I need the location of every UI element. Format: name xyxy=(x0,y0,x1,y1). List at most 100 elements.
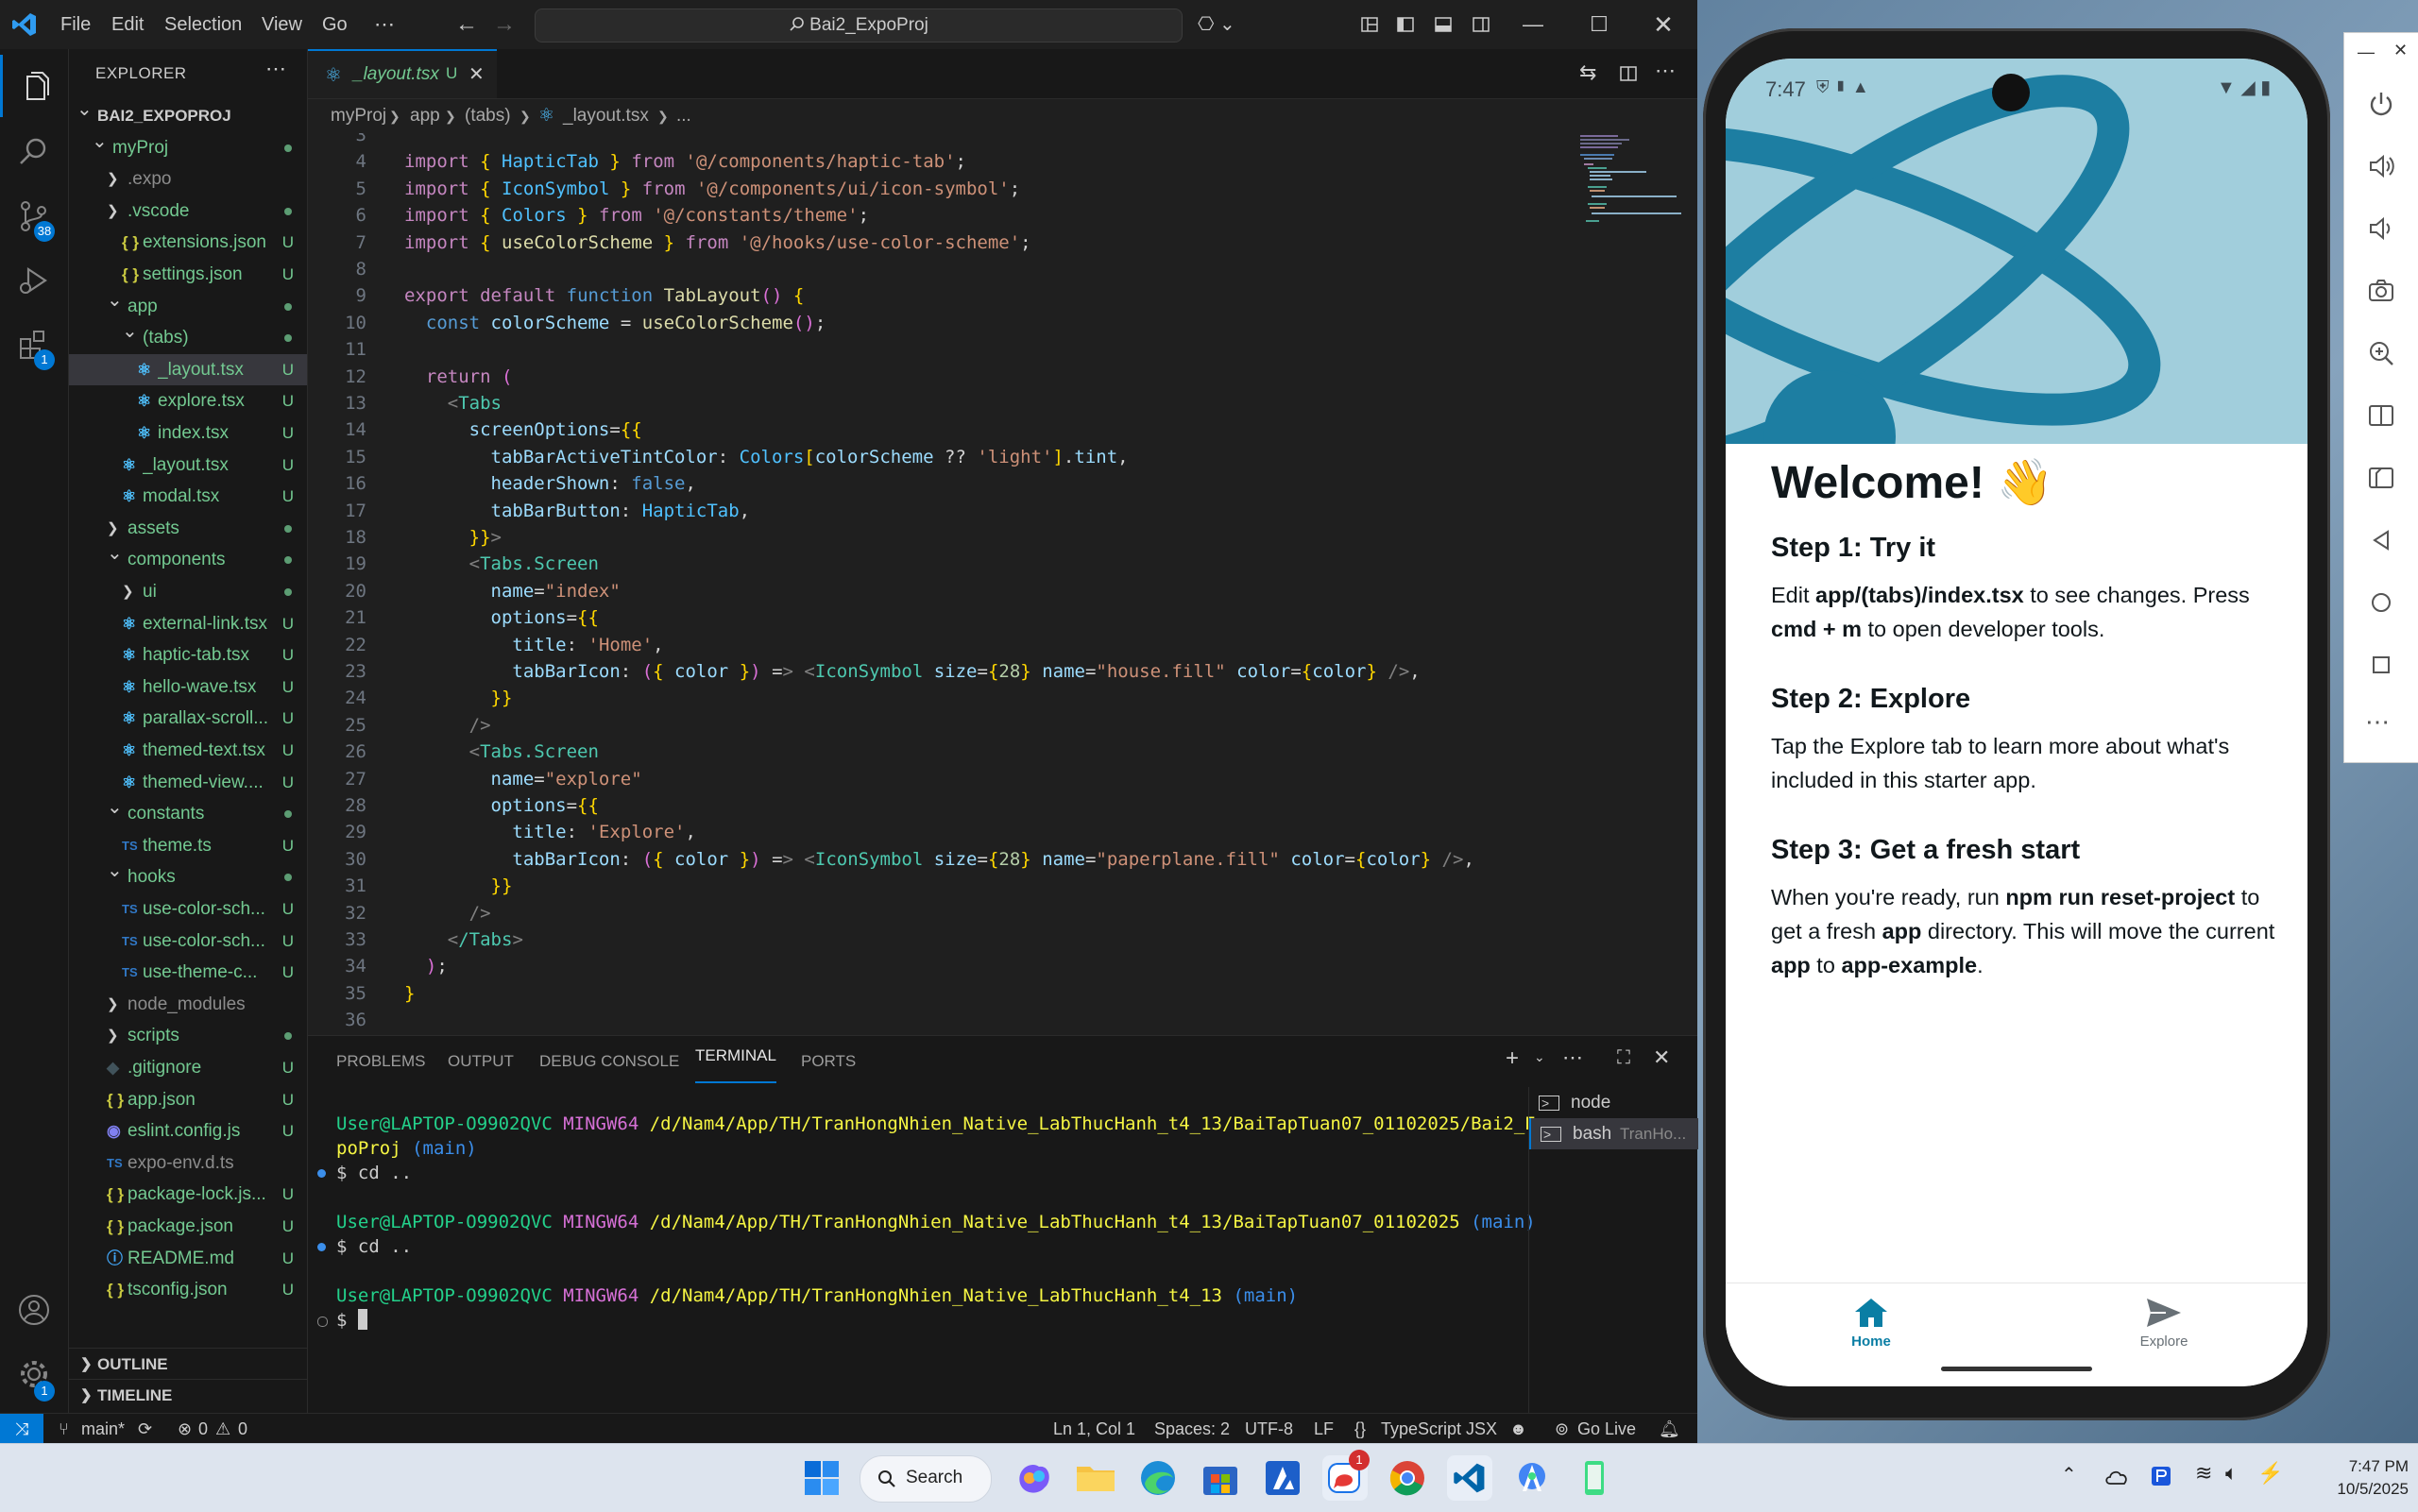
tree-folder[interactable]: ⌄ (tabs) xyxy=(69,321,307,353)
tree-file[interactable]: ⚛ haptic-tab.tsx U xyxy=(69,639,307,671)
code-line[interactable]: 19 <Tabs.Screen xyxy=(308,551,1574,577)
code-line[interactable]: 34 ); xyxy=(308,953,1574,979)
code-line[interactable]: 21 options={{ xyxy=(308,604,1574,631)
close-panel-icon[interactable]: ✕ xyxy=(1653,1045,1670,1070)
tree-file[interactable]: TS use-color-sch... U xyxy=(69,926,307,957)
terminal-item-bash[interactable]: >_ bash TranHo... xyxy=(1529,1118,1698,1149)
tray-app-icon[interactable] xyxy=(2150,1465,2172,1487)
menu-file[interactable]: File xyxy=(60,0,91,49)
code-editor[interactable]: 3 4 import { HapticTab } from '@/component… xyxy=(308,133,1574,1087)
breadcrumb-file[interactable]: _layout.tsx xyxy=(563,99,649,133)
store-icon[interactable] xyxy=(1198,1455,1243,1501)
customize-layout-icon[interactable] xyxy=(1360,15,1379,34)
timeline-section[interactable]: ❯ TIMELINE xyxy=(69,1379,307,1411)
screenshot-button[interactable] xyxy=(2344,258,2418,320)
onedrive-icon[interactable] xyxy=(2104,1467,2129,1487)
tree-folder[interactable]: ⌄ components xyxy=(69,543,307,575)
file-explorer-icon[interactable] xyxy=(1073,1455,1118,1501)
toggle-primary-sidebar-icon[interactable] xyxy=(1396,15,1415,34)
toolbar-minimize-icon[interactable]: — xyxy=(2358,42,2375,62)
panel-tab-output[interactable]: OUTPUT xyxy=(448,1036,514,1087)
clock[interactable]: 7:47 PM 10/5/2025 xyxy=(2305,1455,2409,1501)
code-line[interactable]: 14 screenOptions={{ xyxy=(308,416,1574,443)
code-line[interactable]: 31 }} xyxy=(308,873,1574,899)
extensions-activity[interactable]: 1 xyxy=(0,312,68,374)
panel-tab-ports[interactable]: PORTS xyxy=(801,1036,856,1087)
tree-folder[interactable]: ⌄ constants xyxy=(69,797,307,829)
tree-file[interactable]: ⚛ hello-wave.tsx U xyxy=(69,671,307,703)
chrome-icon[interactable] xyxy=(1385,1455,1430,1501)
forward-arrow-icon[interactable]: → xyxy=(493,0,516,49)
tree-file[interactable]: ⚛ themed-view.... U xyxy=(69,767,307,798)
sync-icon[interactable]: ⟳ xyxy=(138,1414,152,1444)
vscode-taskbar-app[interactable] xyxy=(1447,1455,1492,1501)
code-line[interactable]: 33 </Tabs> xyxy=(308,926,1574,953)
code-line[interactable]: 8 xyxy=(308,256,1574,282)
indentation[interactable]: Spaces: 2 xyxy=(1154,1414,1230,1444)
code-line[interactable]: 28 options={{ xyxy=(308,792,1574,819)
tree-file[interactable]: ⚛ index.tsx U xyxy=(69,417,307,449)
volume-down-button[interactable] xyxy=(2344,195,2418,258)
zoom-button[interactable] xyxy=(2344,320,2418,382)
android-studio-icon[interactable] xyxy=(1509,1455,1555,1501)
close-window-button[interactable]: ✕ xyxy=(1632,0,1694,49)
zalo-app[interactable]: 1 xyxy=(1322,1450,1370,1501)
split-editor-icon[interactable] xyxy=(1619,64,1638,83)
minimap[interactable] xyxy=(1580,133,1684,246)
toggle-secondary-sidebar-icon[interactable] xyxy=(1472,15,1490,34)
tree-file[interactable]: ⚛ explore.tsx U xyxy=(69,385,307,416)
chevron-up-icon[interactable]: ⌃ xyxy=(2061,1463,2077,1487)
language-mode[interactable]: TypeScript JSX xyxy=(1381,1414,1497,1444)
tree-folder[interactable]: ❯ scripts xyxy=(69,1020,307,1051)
tree-folder[interactable]: ❯ ui xyxy=(69,576,307,607)
manage-activity[interactable]: 1 xyxy=(0,1341,68,1403)
battery-icon[interactable]: ⚡ xyxy=(2257,1461,2283,1486)
code-line[interactable]: 4 import { HapticTab } from '@/components… xyxy=(308,148,1574,175)
code-line[interactable]: 10 const colorScheme = useColorScheme(); xyxy=(308,310,1574,336)
more-options-button[interactable]: ⋯ xyxy=(2344,694,2418,756)
breadcrumb-app[interactable]: app xyxy=(410,99,440,133)
code-line[interactable]: 29 title: 'Explore', xyxy=(308,819,1574,845)
tree-folder[interactable]: ⌄ myProj xyxy=(69,131,307,163)
tree-file[interactable]: ⚛ _layout.tsx U xyxy=(69,450,307,481)
fold-button[interactable] xyxy=(2344,382,2418,445)
open-changes-icon[interactable]: ⇆ xyxy=(1579,60,1596,85)
terminal-item-node[interactable]: >_ node xyxy=(1529,1087,1698,1118)
overview-button[interactable] xyxy=(2344,632,2418,694)
tab-home[interactable]: Home xyxy=(1824,1297,1918,1363)
code-line[interactable]: 9 export default function TabLayout() { xyxy=(308,282,1574,309)
breadcrumb-myproj[interactable]: myProj xyxy=(331,99,386,133)
code-line[interactable]: 6 import { Colors } from '@/constants/the… xyxy=(308,202,1574,229)
tree-file[interactable]: ⚛ parallax-scroll... U xyxy=(69,703,307,734)
code-line[interactable]: 27 name="explore" xyxy=(308,766,1574,792)
command-decoration[interactable] xyxy=(317,1169,326,1178)
volume-icon[interactable]: 🔈︎ xyxy=(2225,1461,2238,1486)
outline-section[interactable]: ❯ OUTLINE xyxy=(69,1348,307,1380)
tree-file[interactable]: ⚛ themed-text.tsx U xyxy=(69,735,307,766)
gesture-handle[interactable] xyxy=(1941,1367,2092,1371)
tree-file[interactable]: { } extensions.json U xyxy=(69,227,307,258)
breadcrumb-tabs[interactable]: (tabs) xyxy=(465,99,511,133)
copilot-icon[interactable]: ⎔ ⌄ xyxy=(1198,0,1235,49)
menu-selection[interactable]: Selection xyxy=(164,0,242,49)
tree-folder[interactable]: ❯ node_modules xyxy=(69,989,307,1020)
panel-tab-terminal[interactable]: TERMINAL xyxy=(695,1042,776,1083)
command-decoration[interactable] xyxy=(317,1317,328,1327)
panel-tab-debug-console[interactable]: DEBUG CONSOLE xyxy=(539,1036,679,1087)
code-line[interactable]: 7 import { useColorScheme } from '@/hooks… xyxy=(308,229,1574,256)
code-line[interactable]: 20 name="index" xyxy=(308,578,1574,604)
tree-file[interactable]: ◉ eslint.config.js U xyxy=(69,1115,307,1147)
bell-icon[interactable]: 🔔︎ xyxy=(1659,1414,1680,1444)
tree-file[interactable]: TS expo-env.d.ts xyxy=(69,1147,307,1179)
code-line[interactable]: 16 headerShown: false, xyxy=(308,470,1574,497)
search-activity[interactable] xyxy=(0,119,68,181)
copilot-app-icon[interactable] xyxy=(1011,1455,1056,1501)
taskbar-search[interactable]: Search xyxy=(860,1455,992,1503)
start-icon[interactable] xyxy=(799,1455,844,1501)
panel-tab-problems[interactable]: PROBLEMS xyxy=(336,1036,425,1087)
code-line[interactable]: 32 /> xyxy=(308,900,1574,926)
tree-folder[interactable]: ⌄ app xyxy=(69,290,307,322)
toggle-panel-icon[interactable] xyxy=(1434,15,1453,34)
breadcrumb-symbol[interactable]: ... xyxy=(676,99,691,133)
tree-file[interactable]: ⚛ _layout.tsx U xyxy=(69,353,307,385)
